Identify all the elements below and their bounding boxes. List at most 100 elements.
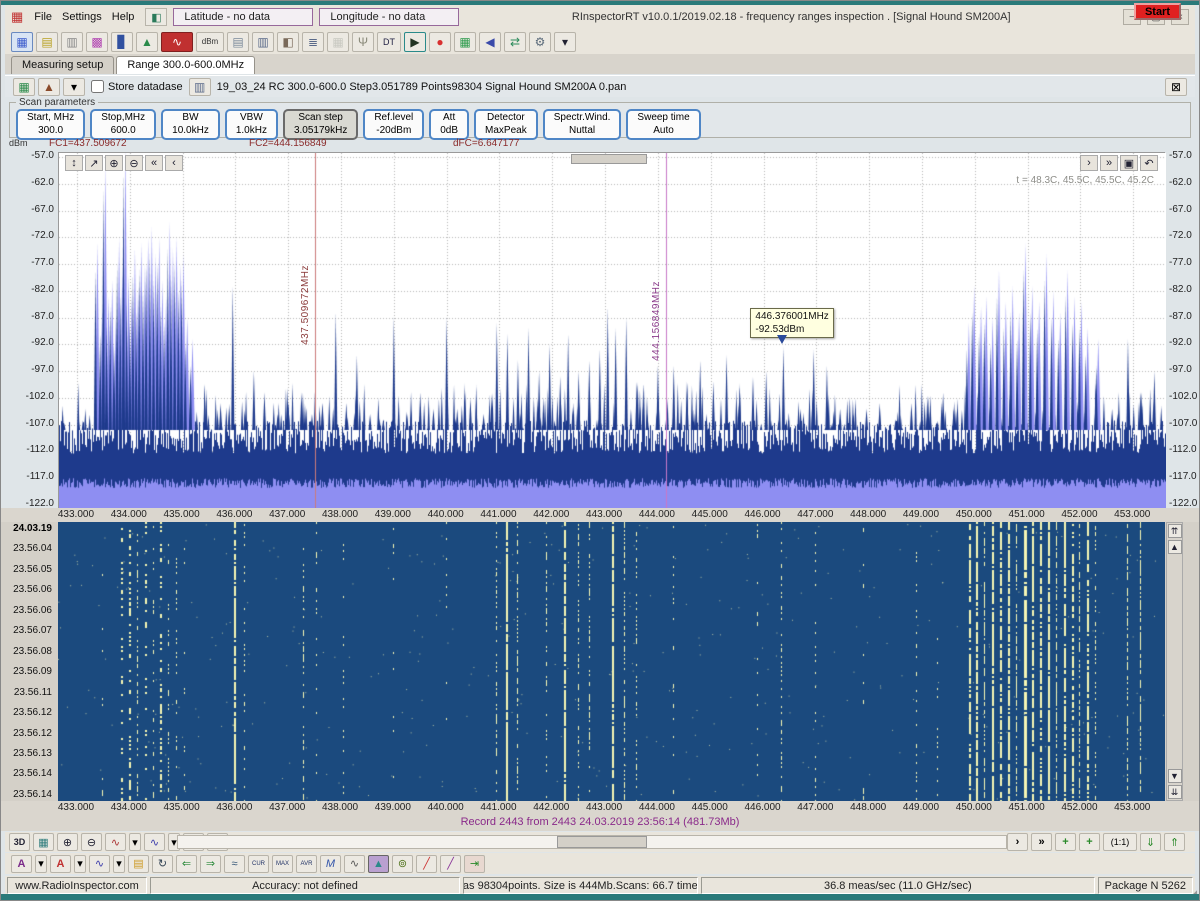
fit-horizontal-button[interactable]: + xyxy=(1055,833,1076,851)
scroll-right-button[interactable]: › xyxy=(1080,155,1098,171)
calculator-button[interactable]: ▤ xyxy=(227,32,249,52)
records-list-button[interactable]: ≣ xyxy=(302,32,324,52)
store-database-checkbox[interactable] xyxy=(91,80,104,93)
play-button[interactable]: ▶ xyxy=(404,32,426,52)
cursor-marker[interactable] xyxy=(777,335,787,344)
spectrogram-panel-button[interactable]: ▩ xyxy=(86,32,108,52)
scroll-right-fast-button[interactable]: » xyxy=(1100,155,1118,171)
save-image-button[interactable]: ▦ xyxy=(33,833,54,851)
spectrum-canvas[interactable] xyxy=(59,153,1166,509)
antenna-button[interactable]: Ψ xyxy=(352,32,374,52)
scroll-down-button[interactable]: ▼ xyxy=(1168,769,1182,783)
trace-a-report-button[interactable]: A xyxy=(11,855,32,873)
font-marker-dropdown[interactable]: ▾ xyxy=(74,855,86,873)
scale-mode-dropdown[interactable]: ▾ xyxy=(129,833,141,851)
dt-button[interactable]: DT xyxy=(377,32,401,52)
scan-parameter-button[interactable]: VBW 1.0kHz xyxy=(225,109,278,140)
panorama-panel-button[interactable]: ▊ xyxy=(111,32,133,52)
page-next-button[interactable]: › xyxy=(1007,833,1028,851)
iq-grid-button[interactable]: ▦ xyxy=(454,32,476,52)
scan-parameter-button[interactable]: Start, MHz 300.0 xyxy=(16,109,85,140)
database-view-button[interactable]: ▥ xyxy=(252,32,274,52)
chart-view-dropdown[interactable]: ▾ xyxy=(113,855,125,873)
spectrum-hscroll-thumb[interactable] xyxy=(571,154,647,164)
record-button[interactable]: ● xyxy=(429,32,451,52)
chart-tool-dropdown[interactable]: ▾ xyxy=(63,78,85,96)
scan-parameter-button[interactable]: Sweep time Auto xyxy=(626,109,700,140)
globe-button[interactable]: ⊚ xyxy=(392,855,413,873)
sweep-direction-button[interactable]: ⇄ xyxy=(504,32,526,52)
page-last-button[interactable]: » xyxy=(1031,833,1052,851)
jump-down-button[interactable]: ⇓ xyxy=(1140,833,1161,851)
trace-a-report-dropdown[interactable]: ▾ xyxy=(35,855,47,873)
bottom-hscroll-thumb[interactable] xyxy=(557,836,647,848)
scroll-up-button[interactable]: ▲ xyxy=(1168,540,1182,554)
zoom-in-button[interactable]: ⊕ xyxy=(105,155,123,171)
zoom-in-button[interactable]: ⊕ xyxy=(57,833,78,851)
tools-button[interactable]: ⚙ xyxy=(529,32,551,52)
panel-close-button[interactable]: ⊠ xyxy=(1165,78,1187,96)
scan-parameter-button[interactable]: Ref.level -20dBm xyxy=(363,109,424,140)
scale-mode-button[interactable]: ∿ xyxy=(105,833,126,851)
tab-range[interactable]: Range 300.0-600.0MHz xyxy=(116,56,255,74)
scroll-left-button[interactable]: ‹ xyxy=(165,155,183,171)
cur-trace-button[interactable]: CUR xyxy=(248,855,269,873)
refresh-button[interactable]: ↻ xyxy=(152,855,173,873)
exit-export-button[interactable]: ⇥ xyxy=(464,855,485,873)
waterfall-scrollbar[interactable]: ⇈ ▲ ▼ ⇊ xyxy=(1166,522,1183,801)
range-mode-button[interactable]: ∿ xyxy=(144,833,165,851)
grid-toggle-button[interactable]: ▣ xyxy=(1120,155,1138,171)
gps-icon[interactable]: ◧ xyxy=(145,8,167,26)
markers-list-button[interactable]: M xyxy=(320,855,341,873)
zoom-out-button[interactable]: ⊖ xyxy=(81,833,102,851)
import-db-button[interactable]: ⇒ xyxy=(200,855,221,873)
wav-player-button[interactable]: ∿ xyxy=(161,32,193,52)
edit-mask-button[interactable]: ╱ xyxy=(416,855,437,873)
fit-vertical-button[interactable]: + xyxy=(1079,833,1100,851)
noise-floor-button[interactable]: ∿ xyxy=(344,855,365,873)
audio-monitor-button[interactable]: ◀ xyxy=(479,32,501,52)
font-marker-button[interactable]: A xyxy=(50,855,71,873)
view-3d-button[interactable]: 3D xyxy=(9,833,30,851)
avr-trace-button[interactable]: AVR xyxy=(296,855,317,873)
chart-tool-button[interactable]: ▲ xyxy=(38,78,60,96)
undo-zoom-button[interactable]: ↶ xyxy=(1140,155,1158,171)
max-trace-button[interactable]: MAX xyxy=(272,855,293,873)
edit-max-mask-button[interactable]: ╱ xyxy=(440,855,461,873)
export-db-button[interactable]: ⇐ xyxy=(176,855,197,873)
chart-view-button[interactable]: ∿ xyxy=(89,855,110,873)
spectrum-plot[interactable]: ↕↗⊕⊖«‹ ›»▣↶ t = 48.3C, 45.5C, 45.5C, 45.… xyxy=(58,152,1165,508)
cursor-mode-button[interactable]: ↗ xyxy=(85,155,103,171)
waterfall-canvas[interactable] xyxy=(58,522,1165,801)
scan-parameter-button[interactable]: Spectr.Wind. Nuttal xyxy=(543,109,622,140)
scan-parameter-button[interactable]: BW 10.0kHz xyxy=(161,109,220,140)
jump-up-button[interactable]: ⇑ xyxy=(1164,833,1185,851)
pattern-button-disabled[interactable]: ▦ xyxy=(327,32,349,52)
scroll-bottom-fast-button[interactable]: ⇊ xyxy=(1168,785,1182,799)
map-panel-button[interactable]: ▲ xyxy=(136,32,158,52)
menu-item[interactable]: File xyxy=(29,9,57,25)
box-3d-button[interactable]: ◧ xyxy=(277,32,299,52)
tools-dropdown[interactable]: ▾ xyxy=(554,32,576,52)
scan-parameter-button[interactable]: Stop,MHz 600.0 xyxy=(90,109,156,140)
dbm-units-button[interactable]: dBm xyxy=(196,32,224,52)
menu-item[interactable]: Help xyxy=(107,9,140,25)
print-button[interactable]: ▥ xyxy=(61,32,83,52)
scan-parameter-button[interactable]: Detector MaxPeak xyxy=(474,109,538,140)
open-folder-button[interactable]: ▤ xyxy=(128,855,149,873)
start-button[interactable]: Start xyxy=(1134,3,1181,20)
menu-item[interactable]: Settings xyxy=(57,9,107,25)
one-to-one-button[interactable]: (1:1) xyxy=(1103,833,1137,851)
scroll-left-fast-button[interactable]: « xyxy=(145,155,163,171)
spectrogram-view-button[interactable]: ▲ xyxy=(368,855,389,873)
scan-parameter-button[interactable]: Scan step 3.05179kHz xyxy=(283,109,358,140)
copy-panel-button[interactable]: ▤ xyxy=(36,32,58,52)
edit-chart-button[interactable]: ≈ xyxy=(224,855,245,873)
export-table-button[interactable]: ▦ xyxy=(13,78,35,96)
fit-vertical-button[interactable]: ↕ xyxy=(65,155,83,171)
tab-measuring-setup[interactable]: Measuring setup xyxy=(11,56,114,74)
scan-parameter-button[interactable]: Att 0dB xyxy=(429,109,469,140)
scroll-top-fast-button[interactable]: ⇈ xyxy=(1168,524,1182,538)
zoom-out-button[interactable]: ⊖ xyxy=(125,155,143,171)
panels-layout-button[interactable]: ▦ xyxy=(11,32,33,52)
